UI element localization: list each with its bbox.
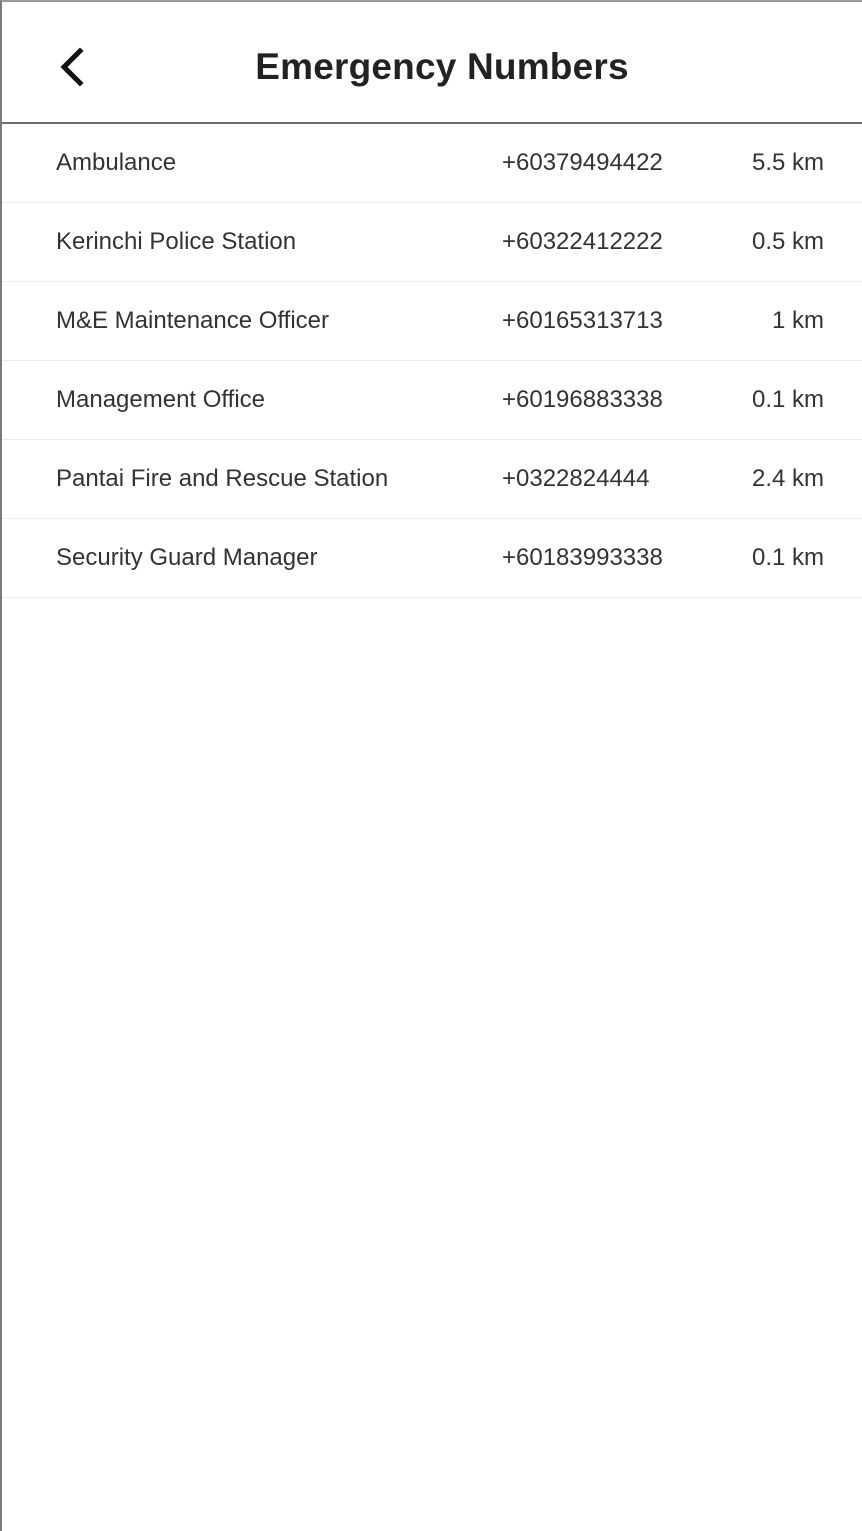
contact-distance: 0.5 km	[751, 228, 824, 255]
contact-distance: 0.1 km	[751, 386, 824, 413]
contact-name: Kerinchi Police Station	[56, 228, 297, 255]
emergency-contact-list: Ambulance +60379494422 5.5 km Kerinchi P…	[2, 124, 862, 598]
contact-phone[interactable]: +60322412222	[502, 228, 702, 256]
contact-phone[interactable]: +60196883338	[502, 386, 702, 414]
header-bar: Emergency Numbers	[2, 2, 862, 124]
list-item[interactable]: Security Guard Manager +60183993338 0.1 …	[2, 519, 862, 598]
page-title: Emergency Numbers	[255, 46, 629, 87]
contact-phone[interactable]: +60183993338	[502, 544, 702, 572]
list-item[interactable]: M&E Maintenance Officer +60165313713 1 k…	[2, 282, 862, 361]
contact-phone[interactable]: +60165313713	[502, 307, 702, 335]
app-screen: Emergency Numbers Ambulance +60379494422…	[0, 0, 862, 1531]
contact-distance: 0.1 km	[751, 544, 824, 571]
contact-distance: 1 km	[771, 307, 824, 334]
contact-name: Security Guard Manager	[56, 544, 318, 571]
list-item[interactable]: Management Office +60196883338 0.1 km	[2, 361, 862, 440]
contact-phone[interactable]: +0322824444	[502, 465, 702, 493]
list-item[interactable]: Ambulance +60379494422 5.5 km	[2, 124, 862, 203]
list-item[interactable]: Kerinchi Police Station +60322412222 0.5…	[2, 203, 862, 282]
contact-distance: 2.4 km	[751, 465, 824, 492]
contact-name: Management Office	[56, 386, 266, 413]
contact-name: Ambulance	[56, 149, 177, 176]
contact-distance: 5.5 km	[751, 149, 824, 176]
contact-name: M&E Maintenance Officer	[56, 307, 330, 334]
contact-phone[interactable]: +60379494422	[502, 149, 702, 177]
list-item[interactable]: Pantai Fire and Rescue Station +03228244…	[2, 440, 862, 519]
contact-name: Pantai Fire and Rescue Station	[56, 465, 389, 492]
